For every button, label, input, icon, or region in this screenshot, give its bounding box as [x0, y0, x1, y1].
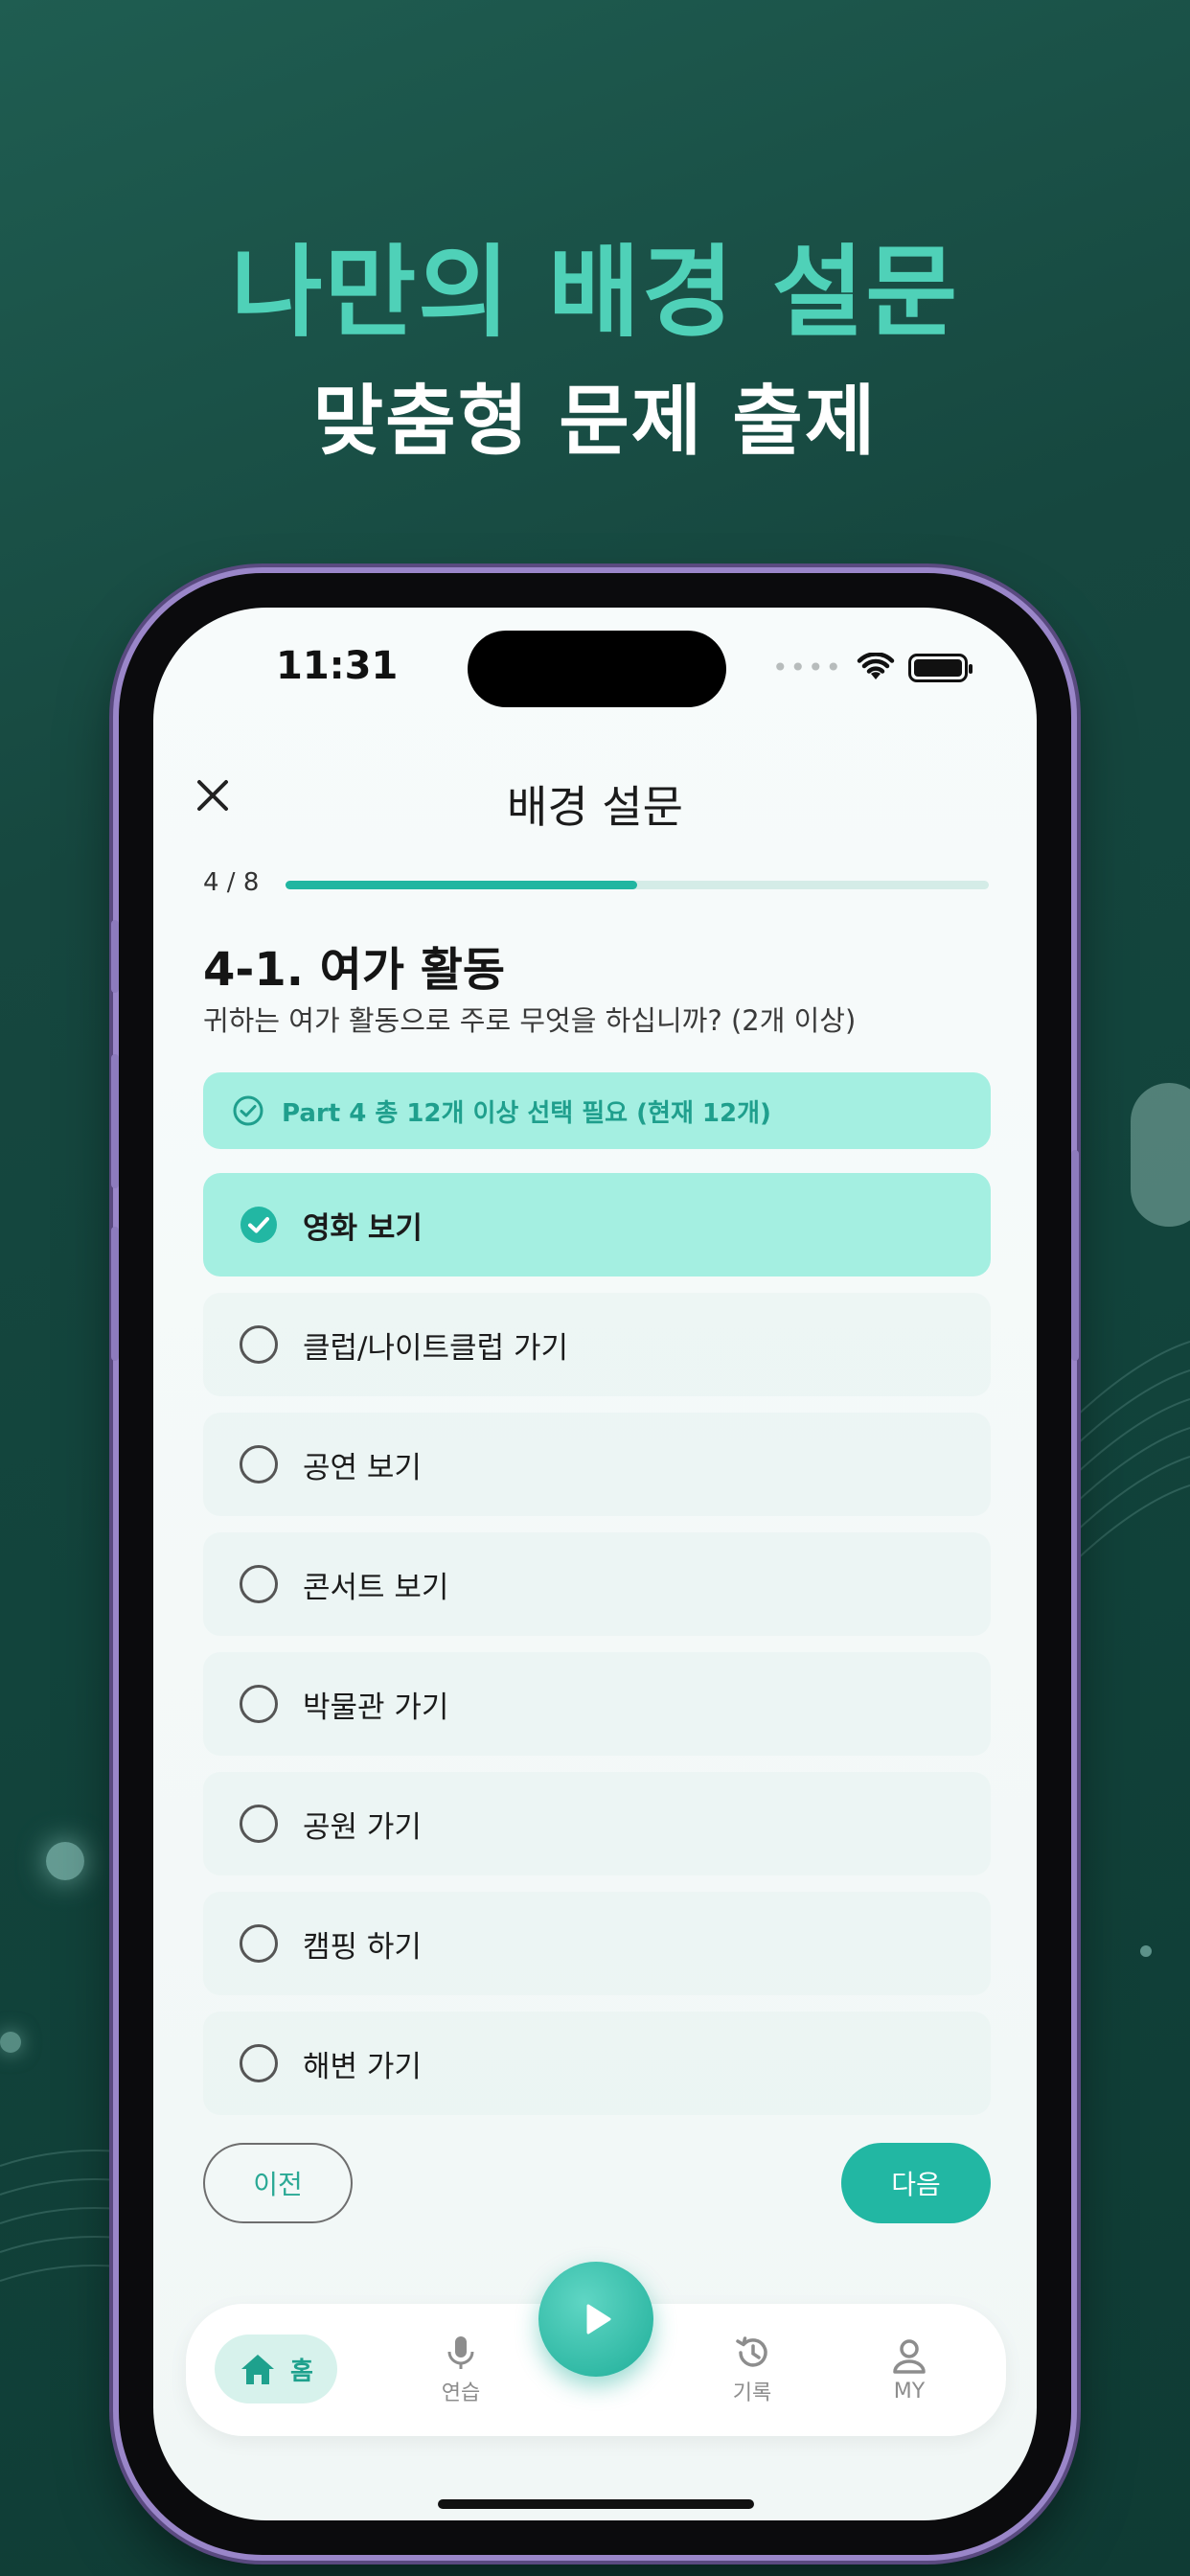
- phone-side-button: [1071, 1150, 1079, 1361]
- phone-side-button: [111, 920, 119, 993]
- radio-icon: [240, 1445, 278, 1484]
- prev-button[interactable]: 이전: [203, 2143, 353, 2223]
- option-item[interactable]: 캠핑 하기: [203, 1892, 991, 1995]
- option-label: 공연 보기: [303, 1450, 422, 1485]
- play-icon: [586, 2304, 611, 2334]
- option-label: 콘서트 보기: [303, 1570, 449, 1605]
- status-icons: ••••: [771, 652, 973, 683]
- glow-dot: [46, 1842, 84, 1880]
- tab-my-label: MY: [893, 2379, 926, 2404]
- option-item[interactable]: 공연 보기: [203, 1413, 991, 1516]
- tab-practice[interactable]: 연습: [408, 2331, 514, 2409]
- radio-icon: [240, 1805, 278, 1843]
- selection-notice: Part 4 총 12개 이상 선택 필요 (현재 12개): [203, 1072, 991, 1149]
- option-item[interactable]: 영화 보기: [203, 1173, 991, 1276]
- radio-icon: [240, 1325, 278, 1364]
- phone-side-button: [111, 1227, 119, 1361]
- progress: 4 / 8: [203, 866, 989, 905]
- app-screen: 11:31 •••• 배경 설문 4 / 8 4-1. 여가 활동 귀하는 여가…: [153, 608, 1037, 2520]
- home-indicator: [438, 2499, 754, 2509]
- battery-icon: [908, 653, 973, 682]
- status-time: 11:31: [276, 644, 399, 688]
- home-icon: [241, 2355, 275, 2384]
- tab-my[interactable]: MY: [857, 2331, 962, 2409]
- option-label: 해변 가기: [303, 2049, 422, 2084]
- check-circle-icon: [233, 1095, 263, 1126]
- radio-icon: [240, 1565, 278, 1603]
- option-label: 캠핑 하기: [303, 1929, 422, 1965]
- radio-icon: [240, 2044, 278, 2082]
- promo-headline: 나만의 배경 설문: [230, 234, 960, 351]
- user-icon: [893, 2338, 926, 2374]
- page-title: 배경 설문: [507, 781, 683, 833]
- option-item[interactable]: 박물관 가기: [203, 1652, 991, 1756]
- radio-icon: [240, 1924, 278, 1963]
- option-item[interactable]: 클럽/나이트클럽 가기: [203, 1293, 991, 1396]
- play-button[interactable]: [538, 2262, 653, 2377]
- wifi-icon: [857, 652, 895, 679]
- option-label: 영화 보기: [303, 1210, 423, 1246]
- glow-dot: [1140, 1945, 1152, 1957]
- nav-bar: 배경 설문: [153, 751, 1037, 838]
- progress-fill: [286, 881, 637, 889]
- progress-label: 4 / 8: [203, 868, 260, 897]
- option-label: 클럽/나이트클럽 가기: [303, 1330, 568, 1366]
- option-item[interactable]: 해변 가기: [203, 2012, 991, 2115]
- signal-dots-icon: ••••: [771, 652, 843, 683]
- phone-side-button: [111, 1054, 119, 1188]
- option-item[interactable]: 콘서트 보기: [203, 1532, 991, 1636]
- checked-radio-icon: [240, 1207, 277, 1243]
- microphone-icon: [447, 2336, 474, 2369]
- progress-bar: [286, 881, 989, 889]
- question-description: 귀하는 여가 활동으로 주로 무엇을 하십니까? (2개 이상): [203, 1004, 857, 1037]
- option-label: 박물관 가기: [303, 1690, 449, 1725]
- dynamic-island: [468, 631, 726, 707]
- tab-history-label: 기록: [732, 2381, 772, 2405]
- tab-home-label: 홈: [290, 2357, 313, 2386]
- option-item[interactable]: 공원 가기: [203, 1772, 991, 1875]
- history-icon: [736, 2336, 767, 2367]
- tab-home[interactable]: 홈: [215, 2334, 337, 2404]
- tab-history[interactable]: 기록: [699, 2331, 805, 2409]
- glow-dot: [0, 2032, 21, 2053]
- option-label: 공원 가기: [303, 1809, 422, 1845]
- tab-practice-label: 연습: [441, 2381, 481, 2405]
- notice-text: Part 4 총 12개 이상 선택 필요 (현재 12개): [282, 1098, 771, 1128]
- next-button[interactable]: 다음: [841, 2143, 991, 2223]
- promo-subline: 맞춤형 문제 출제: [312, 377, 878, 466]
- radio-icon: [240, 1685, 278, 1723]
- question-title: 4-1. 여가 활동: [203, 943, 506, 997]
